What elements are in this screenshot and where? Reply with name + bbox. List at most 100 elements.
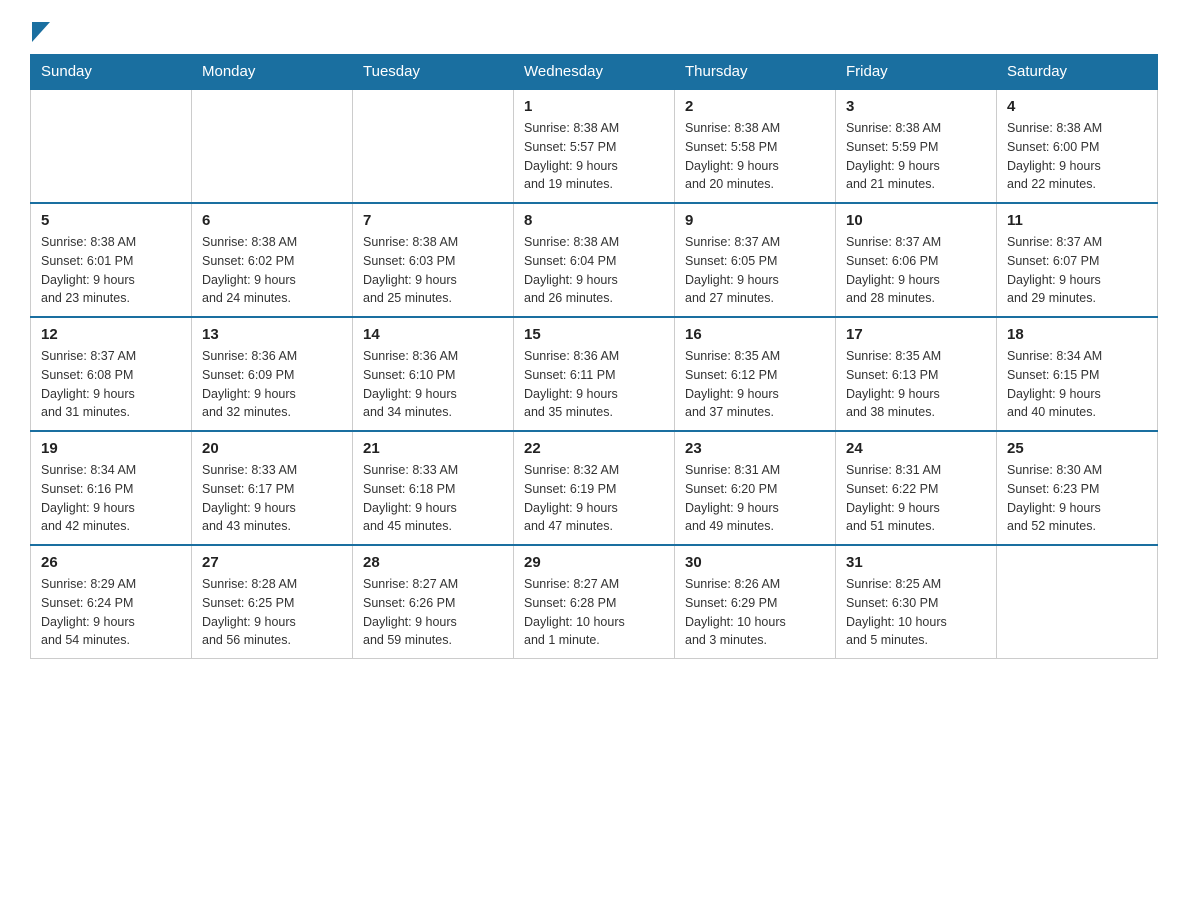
calendar-cell: 5 Sunrise: 8:38 AMSunset: 6:01 PMDaylight… xyxy=(31,203,192,317)
day-info: Sunrise: 8:38 AMSunset: 6:00 PMDaylight:… xyxy=(1007,119,1147,194)
calendar-cell: 15 Sunrise: 8:36 AMSunset: 6:11 PMDayligh… xyxy=(514,317,675,431)
day-number: 11 xyxy=(1007,212,1147,229)
day-number: 15 xyxy=(524,326,664,343)
column-header-thursday: Thursday xyxy=(675,55,836,90)
column-header-wednesday: Wednesday xyxy=(514,55,675,90)
day-number: 22 xyxy=(524,440,664,457)
day-info: Sunrise: 8:35 AMSunset: 6:12 PMDaylight:… xyxy=(685,347,825,422)
day-number: 23 xyxy=(685,440,825,457)
calendar-cell: 7Sunrise: 8:38 AMSunset: 6:03 PMDaylight… xyxy=(353,203,514,317)
calendar-cell: 23 Sunrise: 8:31 AMSunset: 6:20 PMDayligh… xyxy=(675,431,836,545)
week-row-3: 12Sunrise: 8:37 AMSunset: 6:08 PMDayligh… xyxy=(31,317,1158,431)
calendar-cell xyxy=(192,89,353,203)
calendar-cell xyxy=(31,89,192,203)
day-info: Sunrise: 8:27 AMSunset: 6:28 PMDaylight:… xyxy=(524,575,664,650)
column-header-sunday: Sunday xyxy=(31,55,192,90)
calendar-cell: 4 Sunrise: 8:38 AMSunset: 6:00 PMDaylight… xyxy=(997,89,1158,203)
day-number: 21 xyxy=(363,440,503,457)
day-number: 29 xyxy=(524,554,664,571)
day-number: 19 xyxy=(41,440,181,457)
week-row-1: 1Sunrise: 8:38 AMSunset: 5:57 PMDaylight… xyxy=(31,89,1158,203)
day-number: 31 xyxy=(846,554,986,571)
day-info: Sunrise: 8:33 AMSunset: 6:17 PMDaylight:… xyxy=(202,461,342,536)
day-number: 10 xyxy=(846,212,986,229)
week-row-2: 5 Sunrise: 8:38 AMSunset: 6:01 PMDaylight… xyxy=(31,203,1158,317)
day-info: Sunrise: 8:34 AMSunset: 6:15 PMDaylight:… xyxy=(1007,347,1147,422)
calendar-cell: 25 Sunrise: 8:30 AMSunset: 6:23 PMDayligh… xyxy=(997,431,1158,545)
column-header-tuesday: Tuesday xyxy=(353,55,514,90)
calendar-cell: 3Sunrise: 8:38 AMSunset: 5:59 PMDaylight… xyxy=(836,89,997,203)
day-info: Sunrise: 8:35 AMSunset: 6:13 PMDaylight:… xyxy=(846,347,986,422)
day-number: 17 xyxy=(846,326,986,343)
day-info: Sunrise: 8:38 AMSunset: 6:03 PMDaylight:… xyxy=(363,233,503,308)
day-info: Sunrise: 8:36 AMSunset: 6:11 PMDaylight:… xyxy=(524,347,664,422)
calendar-cell: 29 Sunrise: 8:27 AMSunset: 6:28 PMDayligh… xyxy=(514,545,675,659)
calendar-cell: 16 Sunrise: 8:35 AMSunset: 6:12 PMDayligh… xyxy=(675,317,836,431)
calendar-cell: 31 Sunrise: 8:25 AMSunset: 6:30 PMDayligh… xyxy=(836,545,997,659)
calendar-cell: 10 Sunrise: 8:37 AMSunset: 6:06 PMDayligh… xyxy=(836,203,997,317)
day-number: 16 xyxy=(685,326,825,343)
day-info: Sunrise: 8:29 AMSunset: 6:24 PMDaylight:… xyxy=(41,575,181,650)
day-info: Sunrise: 8:38 AMSunset: 5:58 PMDaylight:… xyxy=(685,119,825,194)
day-info: Sunrise: 8:36 AMSunset: 6:09 PMDaylight:… xyxy=(202,347,342,422)
day-info: Sunrise: 8:38 AMSunset: 5:59 PMDaylight:… xyxy=(846,119,986,194)
day-number: 28 xyxy=(363,554,503,571)
week-row-5: 26 Sunrise: 8:29 AMSunset: 6:24 PMDayligh… xyxy=(31,545,1158,659)
calendar-cell: 20 Sunrise: 8:33 AMSunset: 6:17 PMDayligh… xyxy=(192,431,353,545)
day-number: 6 xyxy=(202,212,342,229)
day-number: 2 xyxy=(685,98,825,115)
logo-arrow-icon xyxy=(32,22,50,42)
day-number: 25 xyxy=(1007,440,1147,457)
day-info: Sunrise: 8:37 AMSunset: 6:06 PMDaylight:… xyxy=(846,233,986,308)
week-row-4: 19 Sunrise: 8:34 AMSunset: 6:16 PMDayligh… xyxy=(31,431,1158,545)
day-number: 4 xyxy=(1007,98,1147,115)
day-info: Sunrise: 8:34 AMSunset: 6:16 PMDaylight:… xyxy=(41,461,181,536)
calendar-cell xyxy=(353,89,514,203)
day-info: Sunrise: 8:38 AMSunset: 6:01 PMDaylight:… xyxy=(41,233,181,308)
calendar-cell: 13 Sunrise: 8:36 AMSunset: 6:09 PMDayligh… xyxy=(192,317,353,431)
calendar-cell: 6Sunrise: 8:38 AMSunset: 6:02 PMDaylight… xyxy=(192,203,353,317)
day-number: 5 xyxy=(41,212,181,229)
calendar-table: SundayMondayTuesdayWednesdayThursdayFrid… xyxy=(30,54,1158,659)
day-number: 20 xyxy=(202,440,342,457)
calendar-cell: 19 Sunrise: 8:34 AMSunset: 6:16 PMDayligh… xyxy=(31,431,192,545)
logo xyxy=(30,20,50,38)
calendar-cell: 26 Sunrise: 8:29 AMSunset: 6:24 PMDayligh… xyxy=(31,545,192,659)
calendar-cell: 17 Sunrise: 8:35 AMSunset: 6:13 PMDayligh… xyxy=(836,317,997,431)
day-info: Sunrise: 8:31 AMSunset: 6:20 PMDaylight:… xyxy=(685,461,825,536)
day-info: Sunrise: 8:32 AMSunset: 6:19 PMDaylight:… xyxy=(524,461,664,536)
calendar-cell: 11 Sunrise: 8:37 AMSunset: 6:07 PMDayligh… xyxy=(997,203,1158,317)
day-info: Sunrise: 8:26 AMSunset: 6:29 PMDaylight:… xyxy=(685,575,825,650)
column-header-saturday: Saturday xyxy=(997,55,1158,90)
day-number: 27 xyxy=(202,554,342,571)
day-info: Sunrise: 8:33 AMSunset: 6:18 PMDaylight:… xyxy=(363,461,503,536)
day-number: 24 xyxy=(846,440,986,457)
day-info: Sunrise: 8:27 AMSunset: 6:26 PMDaylight:… xyxy=(363,575,503,650)
day-number: 12 xyxy=(41,326,181,343)
calendar-cell xyxy=(997,545,1158,659)
day-info: Sunrise: 8:30 AMSunset: 6:23 PMDaylight:… xyxy=(1007,461,1147,536)
day-number: 14 xyxy=(363,326,503,343)
day-info: Sunrise: 8:28 AMSunset: 6:25 PMDaylight:… xyxy=(202,575,342,650)
day-number: 13 xyxy=(202,326,342,343)
day-info: Sunrise: 8:37 AMSunset: 6:07 PMDaylight:… xyxy=(1007,233,1147,308)
day-info: Sunrise: 8:36 AMSunset: 6:10 PMDaylight:… xyxy=(363,347,503,422)
column-header-friday: Friday xyxy=(836,55,997,90)
calendar-cell: 1Sunrise: 8:38 AMSunset: 5:57 PMDaylight… xyxy=(514,89,675,203)
day-number: 9 xyxy=(685,212,825,229)
day-info: Sunrise: 8:31 AMSunset: 6:22 PMDaylight:… xyxy=(846,461,986,536)
calendar-cell: 2 Sunrise: 8:38 AMSunset: 5:58 PMDaylight… xyxy=(675,89,836,203)
calendar-cell: 22 Sunrise: 8:32 AMSunset: 6:19 PMDayligh… xyxy=(514,431,675,545)
calendar-cell: 27 Sunrise: 8:28 AMSunset: 6:25 PMDayligh… xyxy=(192,545,353,659)
calendar-cell: 18 Sunrise: 8:34 AMSunset: 6:15 PMDayligh… xyxy=(997,317,1158,431)
day-info: Sunrise: 8:38 AMSunset: 6:04 PMDaylight:… xyxy=(524,233,664,308)
day-number: 30 xyxy=(685,554,825,571)
day-number: 8 xyxy=(524,212,664,229)
day-info: Sunrise: 8:25 AMSunset: 6:30 PMDaylight:… xyxy=(846,575,986,650)
calendar-cell: 30 Sunrise: 8:26 AMSunset: 6:29 PMDayligh… xyxy=(675,545,836,659)
calendar-header-row: SundayMondayTuesdayWednesdayThursdayFrid… xyxy=(31,55,1158,90)
day-number: 18 xyxy=(1007,326,1147,343)
day-number: 26 xyxy=(41,554,181,571)
day-number: 1 xyxy=(524,98,664,115)
header xyxy=(30,20,1158,38)
